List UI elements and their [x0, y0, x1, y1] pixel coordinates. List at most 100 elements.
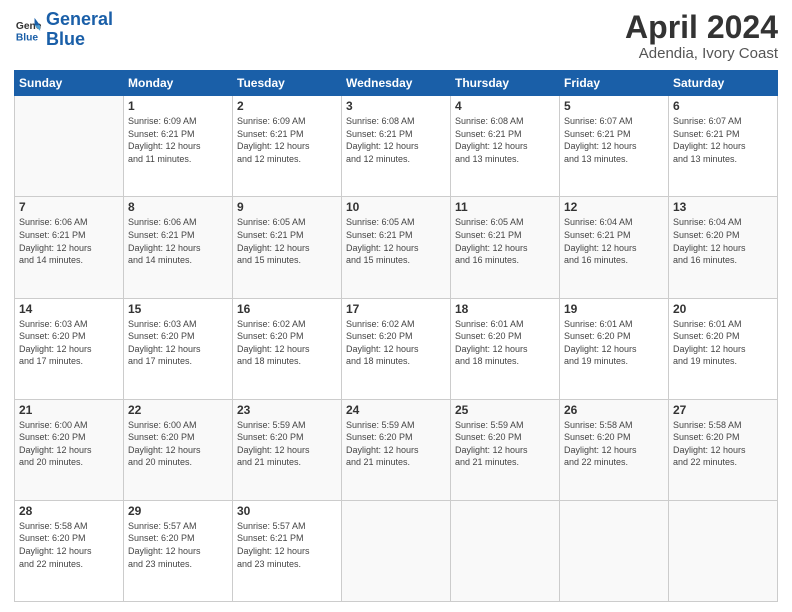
logo-icon: General Blue [14, 16, 42, 44]
table-row: 12 Sunrise: 6:04 AMSunset: 6:21 PMDayligh… [560, 197, 669, 298]
day-info: Sunrise: 6:04 AMSunset: 6:20 PMDaylight:… [673, 216, 773, 266]
day-number: 1 [128, 99, 228, 113]
calendar-week-row: 21 Sunrise: 6:00 AMSunset: 6:20 PMDayligh… [15, 399, 778, 500]
day-info: Sunrise: 6:09 AMSunset: 6:21 PMDaylight:… [237, 115, 337, 165]
day-number: 19 [564, 302, 664, 316]
table-row: 3 Sunrise: 6:08 AMSunset: 6:21 PMDaylight… [342, 96, 451, 197]
table-row: 2 Sunrise: 6:09 AMSunset: 6:21 PMDaylight… [233, 96, 342, 197]
col-saturday: Saturday [669, 71, 778, 96]
day-info: Sunrise: 6:05 AMSunset: 6:21 PMDaylight:… [237, 216, 337, 266]
day-number: 9 [237, 200, 337, 214]
col-wednesday: Wednesday [342, 71, 451, 96]
day-info: Sunrise: 6:08 AMSunset: 6:21 PMDaylight:… [346, 115, 446, 165]
table-row: 8Sunrise: 6:06 AMSunset: 6:21 PMDaylight… [124, 197, 233, 298]
table-row: 1Sunrise: 6:09 AMSunset: 6:21 PMDaylight… [124, 96, 233, 197]
table-row [15, 96, 124, 197]
day-info: Sunrise: 6:02 AMSunset: 6:20 PMDaylight:… [346, 318, 446, 368]
day-number: 25 [455, 403, 555, 417]
day-number: 14 [19, 302, 119, 316]
day-number: 29 [128, 504, 228, 518]
table-row: 6 Sunrise: 6:07 AMSunset: 6:21 PMDaylight… [669, 96, 778, 197]
day-info: Sunrise: 5:59 AMSunset: 6:20 PMDaylight:… [346, 419, 446, 469]
logo-text: General Blue [46, 10, 113, 50]
table-row: 21 Sunrise: 6:00 AMSunset: 6:20 PMDayligh… [15, 399, 124, 500]
table-row: 13 Sunrise: 6:04 AMSunset: 6:20 PMDayligh… [669, 197, 778, 298]
day-number: 8 [128, 200, 228, 214]
calendar-week-row: 1 Sunrise: 6:09 AMSunset: 6:21 PMDaylight… [15, 96, 778, 197]
svg-text:Blue: Blue [16, 32, 39, 43]
table-row: 29 Sunrise: 5:57 AMSunset: 6:20 PMDayligh… [124, 500, 233, 601]
day-number: 5 [564, 99, 664, 113]
logo: General Blue General Blue [14, 10, 113, 50]
table-row: 4 Sunrise: 6:08 AMSunset: 6:21 PMDaylight… [451, 96, 560, 197]
day-number: 6 [673, 99, 773, 113]
table-row: 7 Sunrise: 6:06 AMSunset: 6:21 PMDaylight… [15, 197, 124, 298]
table-row: 15 Sunrise: 6:03 AMSunset: 6:20 PMDayligh… [124, 298, 233, 399]
calendar-week-row: 28Sunrise: 5:58 AMSunset: 6:20 PMDayligh… [15, 500, 778, 601]
table-row [669, 500, 778, 601]
table-row: 9 Sunrise: 6:05 AMSunset: 6:21 PMDaylight… [233, 197, 342, 298]
logo-general: General [46, 9, 113, 29]
day-info: Sunrise: 6:00 AMSunset: 6:20 PMDaylight:… [19, 419, 119, 469]
table-row: 28Sunrise: 5:58 AMSunset: 6:20 PMDayligh… [15, 500, 124, 601]
day-number: 18 [455, 302, 555, 316]
table-row: 27 Sunrise: 5:58 AMSunset: 6:20 PMDayligh… [669, 399, 778, 500]
table-row: 20 Sunrise: 6:01 AMSunset: 6:20 PMDayligh… [669, 298, 778, 399]
day-number: 2 [237, 99, 337, 113]
col-thursday: Thursday [451, 71, 560, 96]
calendar-week-row: 7 Sunrise: 6:06 AMSunset: 6:21 PMDaylight… [15, 197, 778, 298]
day-info: Sunrise: 5:58 AMSunset: 6:20 PMDaylight:… [564, 419, 664, 469]
calendar: Sunday Monday Tuesday Wednesday Thursday… [14, 70, 778, 602]
day-number: 30 [237, 504, 337, 518]
table-row: 24 Sunrise: 5:59 AMSunset: 6:20 PMDayligh… [342, 399, 451, 500]
table-row: 25 Sunrise: 5:59 AMSunset: 6:20 PMDayligh… [451, 399, 560, 500]
day-info: Sunrise: 6:07 AMSunset: 6:21 PMDaylight:… [673, 115, 773, 165]
day-info: Sunrise: 6:08 AMSunset: 6:21 PMDaylight:… [455, 115, 555, 165]
table-row: 10 Sunrise: 6:05 AMSunset: 6:21 PMDayligh… [342, 197, 451, 298]
day-info: Sunrise: 6:05 AMSunset: 6:21 PMDaylight:… [455, 216, 555, 266]
day-number: 21 [19, 403, 119, 417]
page: General Blue General Blue April 2024 Ade… [0, 0, 792, 612]
day-info: Sunrise: 6:04 AMSunset: 6:21 PMDaylight:… [564, 216, 664, 266]
day-info: Sunrise: 5:57 AMSunset: 6:20 PMDaylight:… [128, 520, 228, 570]
day-info: Sunrise: 6:02 AMSunset: 6:20 PMDaylight:… [237, 318, 337, 368]
day-number: 17 [346, 302, 446, 316]
day-info: Sunrise: 6:06 AMSunset: 6:21 PMDaylight:… [19, 216, 119, 266]
table-row: 16Sunrise: 6:02 AMSunset: 6:20 PMDayligh… [233, 298, 342, 399]
day-info: Sunrise: 6:03 AMSunset: 6:20 PMDaylight:… [19, 318, 119, 368]
location-title: Adendia, Ivory Coast [625, 45, 778, 62]
table-row [342, 500, 451, 601]
day-number: 15 [128, 302, 228, 316]
day-info: Sunrise: 6:07 AMSunset: 6:21 PMDaylight:… [564, 115, 664, 165]
logo-blue: Blue [46, 29, 85, 49]
table-row: 22 Sunrise: 6:00 AMSunset: 6:20 PMDayligh… [124, 399, 233, 500]
day-number: 28 [19, 504, 119, 518]
day-number: 7 [19, 200, 119, 214]
day-info: Sunrise: 6:01 AMSunset: 6:20 PMDaylight:… [673, 318, 773, 368]
table-row: 26Sunrise: 5:58 AMSunset: 6:20 PMDayligh… [560, 399, 669, 500]
day-info: Sunrise: 6:05 AMSunset: 6:21 PMDaylight:… [346, 216, 446, 266]
day-info: Sunrise: 6:00 AMSunset: 6:20 PMDaylight:… [128, 419, 228, 469]
col-sunday: Sunday [15, 71, 124, 96]
col-tuesday: Tuesday [233, 71, 342, 96]
table-row: 18Sunrise: 6:01 AMSunset: 6:20 PMDayligh… [451, 298, 560, 399]
day-number: 12 [564, 200, 664, 214]
day-number: 24 [346, 403, 446, 417]
day-number: 3 [346, 99, 446, 113]
day-info: Sunrise: 6:03 AMSunset: 6:20 PMDaylight:… [128, 318, 228, 368]
day-info: Sunrise: 5:59 AMSunset: 6:20 PMDaylight:… [455, 419, 555, 469]
day-number: 20 [673, 302, 773, 316]
table-row [560, 500, 669, 601]
day-number: 27 [673, 403, 773, 417]
day-number: 4 [455, 99, 555, 113]
month-title: April 2024 [625, 10, 778, 45]
table-row: 23Sunrise: 5:59 AMSunset: 6:20 PMDayligh… [233, 399, 342, 500]
table-row: 17 Sunrise: 6:02 AMSunset: 6:20 PMDayligh… [342, 298, 451, 399]
day-number: 22 [128, 403, 228, 417]
day-number: 13 [673, 200, 773, 214]
table-row: 5 Sunrise: 6:07 AMSunset: 6:21 PMDaylight… [560, 96, 669, 197]
day-info: Sunrise: 5:58 AMSunset: 6:20 PMDaylight:… [673, 419, 773, 469]
day-number: 10 [346, 200, 446, 214]
calendar-header-row: Sunday Monday Tuesday Wednesday Thursday… [15, 71, 778, 96]
header: General Blue General Blue April 2024 Ade… [14, 10, 778, 62]
